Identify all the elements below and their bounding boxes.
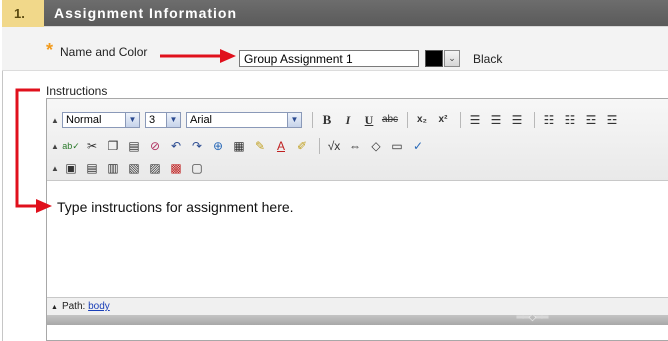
rich-text-editor: ▲ Normal ▼ 3 ▼ Arial ▼ B I U abc x₂ x² ☰ ☰ … bbox=[46, 98, 668, 341]
subscript-button[interactable]: x₂ bbox=[413, 111, 431, 129]
preview-icon[interactable]: ▭ bbox=[388, 137, 406, 155]
toolbar-separator bbox=[534, 112, 535, 128]
text-color-icon[interactable]: A bbox=[272, 137, 290, 155]
chevron-down-icon: ▼ bbox=[166, 113, 180, 127]
copy-icon[interactable]: ❐ bbox=[104, 137, 122, 155]
outdent-icon[interactable]: ☲ bbox=[582, 111, 600, 129]
chevron-down-icon: ▼ bbox=[125, 113, 139, 127]
draw-icon[interactable]: ✎ bbox=[251, 137, 269, 155]
undo-icon[interactable]: ↶ bbox=[167, 137, 185, 155]
insert-flash-icon[interactable]: ▧ bbox=[125, 159, 143, 177]
insert-audio-icon[interactable]: ▨ bbox=[146, 159, 164, 177]
collapse-row-icon[interactable]: ▲ bbox=[51, 164, 59, 173]
name-input[interactable] bbox=[239, 50, 419, 67]
section-title: Assignment Information bbox=[54, 5, 238, 21]
path-link-body[interactable]: body bbox=[88, 301, 110, 312]
collapse-row-icon[interactable]: ▲ bbox=[51, 142, 59, 151]
paste-icon[interactable]: ▤ bbox=[125, 137, 143, 155]
chevron-down-icon: ⌄ bbox=[448, 53, 456, 63]
insert-template-icon[interactable]: ▢ bbox=[188, 159, 206, 177]
format-select[interactable]: Normal ▼ bbox=[62, 112, 140, 128]
insert-media-icon[interactable]: ▥ bbox=[104, 159, 122, 177]
color-swatch[interactable] bbox=[425, 50, 443, 67]
required-marker: * bbox=[46, 40, 54, 60]
toolbar-row-1: ▲ Normal ▼ 3 ▼ Arial ▼ B I U abc x₂ x² ☰ ☰ … bbox=[51, 109, 624, 131]
superscript-button[interactable]: x² bbox=[434, 111, 452, 129]
annotation-arrow-instructions bbox=[15, 88, 52, 213]
toolbar-row-3: ▲ ▣ ▤ ▥ ▧ ▨ ▩ ▢ bbox=[51, 157, 209, 179]
align-center-icon[interactable]: ☰ bbox=[487, 111, 505, 129]
html-source-icon[interactable]: ◇ bbox=[367, 137, 385, 155]
bold-button[interactable]: B bbox=[318, 111, 336, 129]
embed-icon[interactable]: ⇔ bbox=[346, 137, 364, 155]
italic-button[interactable]: I bbox=[339, 111, 357, 129]
collapse-row-icon[interactable]: ▲ bbox=[51, 116, 59, 125]
instructions-content: Type instructions for assignment here. bbox=[57, 199, 294, 215]
toolbar-row-2: ▲ ab✓ ✂ ❐ ▤ ⊘ ↶ ↷ ⊕ ▦ ✎ A ✐ √x ⇔ ◇ ▭ ✓ bbox=[51, 135, 430, 157]
mashup-icon[interactable]: ✓ bbox=[409, 137, 427, 155]
highlight-icon[interactable]: ✐ bbox=[293, 137, 311, 155]
insert-file-icon[interactable]: ▣ bbox=[62, 159, 80, 177]
path-label: Path: bbox=[61, 301, 86, 312]
insert-image-icon[interactable]: ▤ bbox=[83, 159, 101, 177]
editor-toolbar: ▲ Normal ▼ 3 ▼ Arial ▼ B I U abc x₂ x² ☰ ☰ … bbox=[47, 99, 668, 181]
instructions-label: Instructions bbox=[46, 84, 108, 98]
collapse-path-icon[interactable]: ▲ bbox=[51, 304, 58, 311]
remove-link-icon[interactable]: ⊘ bbox=[146, 137, 164, 155]
align-left-icon[interactable]: ☰ bbox=[466, 111, 484, 129]
chevron-down-icon: ▼ bbox=[287, 113, 301, 127]
editor-resize-bar[interactable]: ══◇══ bbox=[47, 312, 668, 325]
section-number: 1. bbox=[2, 0, 44, 27]
strikethrough-button[interactable]: abc bbox=[381, 111, 399, 129]
size-select[interactable]: 3 ▼ bbox=[145, 112, 181, 128]
toolbar-separator bbox=[407, 112, 408, 128]
section-header: 1. Assignment Information bbox=[2, 0, 668, 27]
indent-icon[interactable]: ☲ bbox=[603, 111, 621, 129]
font-select[interactable]: Arial ▼ bbox=[186, 112, 302, 128]
underline-button[interactable]: U bbox=[360, 111, 378, 129]
insert-table-icon[interactable]: ▦ bbox=[230, 137, 248, 155]
color-name: Black bbox=[473, 52, 503, 66]
numbered-list-icon[interactable]: ☷ bbox=[540, 111, 558, 129]
align-right-icon[interactable]: ☰ bbox=[508, 111, 526, 129]
toolbar-separator bbox=[319, 138, 320, 154]
bulleted-list-icon[interactable]: ☷ bbox=[561, 111, 579, 129]
toolbar-separator bbox=[312, 112, 313, 128]
resize-grip-icon[interactable]: ══◇══ bbox=[502, 312, 562, 323]
insert-pdf-icon[interactable]: ▩ bbox=[167, 159, 185, 177]
spellcheck-icon[interactable]: ab✓ bbox=[62, 137, 80, 155]
redo-icon[interactable]: ↷ bbox=[188, 137, 206, 155]
math-equation-icon[interactable]: √x bbox=[325, 137, 343, 155]
color-dropdown-button[interactable]: ⌄ bbox=[444, 50, 460, 67]
cut-icon[interactable]: ✂ bbox=[83, 137, 101, 155]
path-bar: ▲ Path: body bbox=[47, 297, 668, 315]
annotation-arrow-name bbox=[160, 49, 236, 63]
toolbar-separator bbox=[460, 112, 461, 128]
insert-link-icon[interactable]: ⊕ bbox=[209, 137, 227, 155]
name-label: Name and Color bbox=[60, 45, 148, 59]
